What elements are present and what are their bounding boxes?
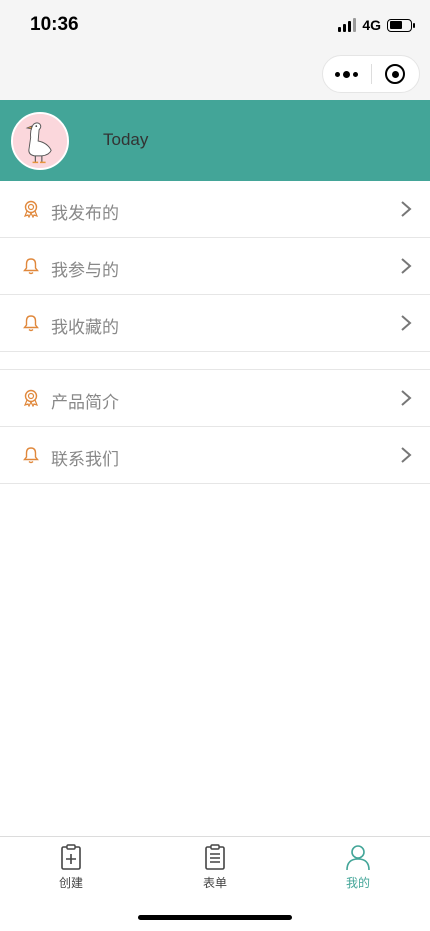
- chevron-right-icon: [401, 390, 412, 406]
- tab-label: 表单: [202, 876, 227, 890]
- menu-item-my-published[interactable]: 我发布的: [0, 181, 430, 238]
- goose-avatar-icon: [13, 114, 67, 168]
- tab-forms[interactable]: 表单: [175, 843, 255, 891]
- tab-mine[interactable]: 我的: [318, 843, 398, 891]
- chevron-right-icon: [401, 201, 412, 217]
- menu-item-label: 我发布的: [51, 204, 119, 224]
- nav-bar: [0, 50, 430, 100]
- badge-icon: [23, 389, 39, 407]
- network-type: 4G: [362, 17, 381, 33]
- menu-item-label: 我收藏的: [51, 318, 119, 338]
- menu-group-1: 我发布的 我参与的 我收藏的 产品简介 联系我们: [0, 181, 430, 484]
- chevron-right-icon: [401, 315, 412, 331]
- user-icon: [346, 845, 370, 871]
- tab-label: 创建: [58, 876, 83, 890]
- badge-icon: [23, 200, 39, 218]
- more-icon[interactable]: [323, 56, 371, 92]
- profile-name: Today: [103, 130, 149, 149]
- menu-item-label: 产品简介: [51, 393, 119, 413]
- clipboard-add-icon: [61, 844, 81, 870]
- avatar[interactable]: [11, 112, 69, 170]
- menu-item-my-favorites[interactable]: 我收藏的: [0, 295, 430, 352]
- clipboard-list-icon: [205, 844, 225, 870]
- menu-item-label: 我参与的: [51, 261, 119, 281]
- battery-icon: [387, 18, 415, 32]
- bell-icon: [23, 258, 39, 275]
- menu-separator: [0, 352, 430, 370]
- home-indicator: [138, 915, 292, 920]
- capsule-menu: [322, 55, 420, 93]
- menu-item-my-joined[interactable]: 我参与的: [0, 238, 430, 295]
- status-time: 10:36: [30, 14, 79, 35]
- status-bar: 10:36 4G: [0, 0, 430, 50]
- menu-item-label: 联系我们: [51, 450, 119, 470]
- chevron-right-icon: [401, 258, 412, 274]
- status-indicators: 4G: [338, 17, 415, 33]
- menu-item-product-intro[interactable]: 产品简介: [0, 370, 430, 427]
- profile-header: Today: [0, 100, 430, 181]
- bell-icon: [23, 447, 39, 464]
- tab-label: 我的: [345, 876, 370, 890]
- signal-icon: [338, 18, 357, 32]
- close-target-icon[interactable]: [371, 56, 419, 92]
- bell-icon: [23, 315, 39, 332]
- tab-create[interactable]: 创建: [31, 843, 111, 891]
- menu-item-contact-us[interactable]: 联系我们: [0, 427, 430, 484]
- chevron-right-icon: [401, 447, 412, 463]
